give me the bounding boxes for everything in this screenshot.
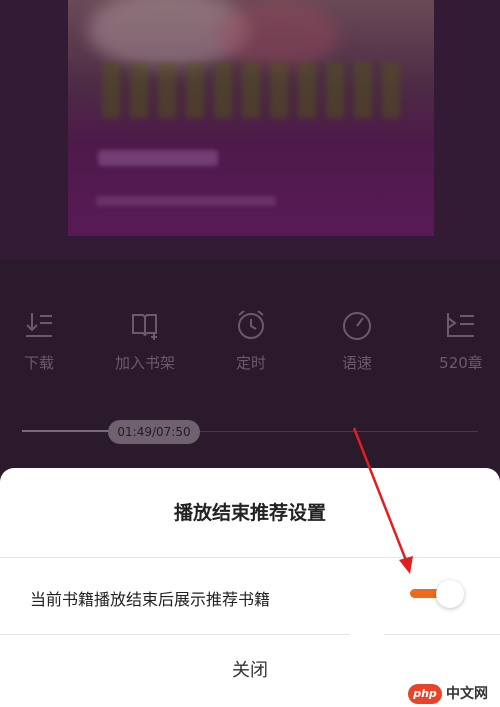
- progress-time-thumb[interactable]: 01:49/07:50: [108, 420, 200, 444]
- recommend-option-label: 当前书籍播放结束后展示推荐书籍: [30, 590, 271, 609]
- toggle-knob: [436, 580, 464, 608]
- watermark-text: 中文网: [446, 686, 488, 702]
- speed-button[interactable]: 语速: [302, 308, 412, 373]
- chapter-list-icon: [447, 313, 474, 337]
- download-label: 下载: [23, 354, 54, 372]
- sheet-title: 播放结束推荐设置: [173, 502, 326, 524]
- recommend-settings-sheet: 播放结束推荐设置 当前书籍播放结束后展示推荐书籍 关闭: [0, 468, 500, 707]
- cover-title-art: [102, 62, 402, 118]
- download-button[interactable]: 下载: [0, 308, 94, 373]
- recommend-toggle[interactable]: [406, 578, 466, 610]
- add-bookshelf-label: 加入书架: [114, 354, 175, 372]
- timer-button[interactable]: 定时: [196, 308, 306, 373]
- watermark-logo: php: [408, 684, 442, 704]
- speed-label: 语速: [341, 354, 372, 372]
- book-cover-image[interactable]: [68, 0, 434, 236]
- recommend-option-row[interactable]: 当前书籍播放结束后展示推荐书籍: [0, 558, 500, 634]
- speed-gauge-icon: [343, 312, 371, 340]
- timer-label: 定时: [235, 354, 266, 372]
- download-icon: [26, 313, 52, 337]
- cover-art-figure-2: [218, 0, 338, 70]
- player-action-bar: 下载 加入书架 定时 语速 520章: [0, 308, 500, 378]
- add-bookshelf-icon: [132, 314, 157, 340]
- site-watermark: php 中文网: [408, 684, 496, 704]
- chapters-label: 520章: [439, 354, 483, 372]
- cover-caption-art: [96, 196, 276, 206]
- chapters-button[interactable]: 520章: [406, 308, 500, 373]
- add-bookshelf-button[interactable]: 加入书架: [90, 308, 200, 373]
- alarm-clock-icon: [238, 310, 264, 339]
- cover-subtitle-art: [98, 150, 218, 166]
